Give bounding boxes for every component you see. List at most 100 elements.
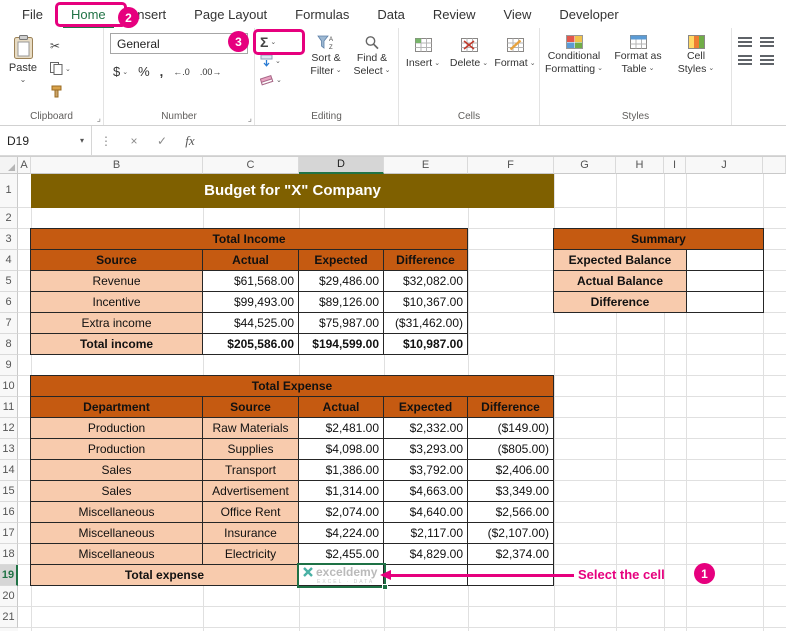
column-header-h[interactable]: H: [616, 157, 664, 174]
alignment-lines-icon[interactable]: [760, 37, 774, 47]
row-header-19[interactable]: 19: [0, 565, 18, 586]
alignment-lines-icon[interactable]: [760, 55, 774, 65]
delete-cells-button[interactable]: Delete ⌄: [448, 31, 490, 108]
cell[interactable]: Difference: [553, 291, 687, 313]
cell[interactable]: Miscellaneous: [30, 522, 203, 544]
cell[interactable]: Expected Balance: [553, 249, 687, 271]
format-painter-button[interactable]: [48, 82, 73, 101]
sort-filter-button[interactable]: AZ Sort & Filter ⌄: [303, 31, 349, 108]
format-cells-button[interactable]: Format ⌄: [494, 31, 536, 108]
decrease-decimal-button[interactable]: .00→: [200, 67, 222, 77]
cell[interactable]: Revenue: [30, 270, 203, 292]
cell[interactable]: Raw Materials: [202, 417, 299, 439]
cell[interactable]: Insurance: [202, 522, 299, 544]
cell[interactable]: $61,568.00: [202, 270, 299, 292]
cell[interactable]: Sales: [30, 480, 203, 502]
cell[interactable]: Difference: [383, 249, 468, 271]
cell[interactable]: $2,332.00: [383, 417, 468, 439]
conditional-formatting-button[interactable]: Conditional Formatting ⌄: [543, 30, 605, 108]
dialog-launcher-icon[interactable]: ⌟: [97, 114, 101, 123]
tab-formulas[interactable]: Formulas: [281, 0, 363, 28]
cell[interactable]: ($149.00): [467, 417, 554, 439]
cell[interactable]: $89,126.00: [298, 291, 384, 313]
cell[interactable]: Transport: [202, 459, 299, 481]
row-header-10[interactable]: 10: [0, 376, 18, 397]
clear-button[interactable]: ⌄: [258, 70, 303, 89]
cell[interactable]: Supplies: [202, 438, 299, 460]
cell[interactable]: $10,987.00: [383, 333, 468, 355]
row-header-1[interactable]: 1: [0, 174, 18, 208]
column-header-f[interactable]: F: [468, 157, 554, 174]
row-header-16[interactable]: 16: [0, 502, 18, 523]
cell[interactable]: $99,493.00: [202, 291, 299, 313]
cell[interactable]: $194,599.00: [298, 333, 384, 355]
cell[interactable]: $3,349.00: [467, 480, 554, 502]
row-header-14[interactable]: 14: [0, 460, 18, 481]
alignment-lines-icon[interactable]: [738, 55, 752, 65]
cell[interactable]: ($2,107.00): [467, 522, 554, 544]
cell[interactable]: ($31,462.00): [383, 312, 468, 334]
cell[interactable]: $4,224.00: [298, 522, 384, 544]
tab-file[interactable]: File: [8, 0, 57, 28]
row-header-6[interactable]: 6: [0, 292, 18, 313]
cell[interactable]: Actual Balance: [553, 270, 687, 292]
row-header-12[interactable]: 12: [0, 418, 18, 439]
row-header-8[interactable]: 8: [0, 334, 18, 355]
fill-handle[interactable]: [382, 584, 388, 590]
cell[interactable]: [686, 249, 764, 271]
cell[interactable]: Electricity: [202, 543, 299, 565]
tab-review[interactable]: Review: [419, 0, 490, 28]
column-header-c[interactable]: C: [203, 157, 299, 174]
cell[interactable]: [686, 291, 764, 313]
cell[interactable]: $2,455.00: [298, 543, 384, 565]
column-header-a[interactable]: A: [18, 157, 31, 174]
cell[interactable]: Incentive: [30, 291, 203, 313]
cell[interactable]: $1,314.00: [298, 480, 384, 502]
dialog-launcher-icon[interactable]: ⌟: [248, 114, 252, 123]
row-header-9[interactable]: 9: [0, 355, 18, 376]
cell[interactable]: $3,293.00: [383, 438, 468, 460]
cell[interactable]: Difference: [467, 396, 554, 418]
cell[interactable]: $2,074.00: [298, 501, 384, 523]
row-header-15[interactable]: 15: [0, 481, 18, 502]
cell[interactable]: Production: [30, 417, 203, 439]
cell[interactable]: Miscellaneous: [30, 501, 203, 523]
alignment-lines-icon[interactable]: [738, 37, 752, 47]
cell[interactable]: $2,406.00: [467, 459, 554, 481]
row-header-18[interactable]: 18: [0, 544, 18, 565]
accounting-format-button[interactable]: $ ⌄: [113, 64, 128, 79]
row-header-3[interactable]: 3: [0, 229, 18, 250]
cell[interactable]: ($805.00): [467, 438, 554, 460]
cell[interactable]: Expected: [383, 396, 468, 418]
column-header-e[interactable]: E: [384, 157, 468, 174]
comma-style-button[interactable]: ,: [160, 64, 164, 79]
select-all-corner[interactable]: [0, 157, 18, 174]
tab-view[interactable]: View: [489, 0, 545, 28]
name-box[interactable]: D19 ▾: [0, 126, 92, 155]
cell[interactable]: $4,098.00: [298, 438, 384, 460]
cell[interactable]: $32,082.00: [383, 270, 468, 292]
row-header-21[interactable]: 21: [0, 607, 18, 628]
cell-grid[interactable]: Budget for "X" Company Total Income Sour…: [18, 174, 786, 631]
column-header-g[interactable]: G: [554, 157, 616, 174]
column-header-i[interactable]: I: [664, 157, 686, 174]
cell[interactable]: $2,117.00: [383, 522, 468, 544]
increase-decimal-button[interactable]: ←.0: [173, 67, 190, 77]
cell[interactable]: $4,829.00: [383, 543, 468, 565]
copy-button[interactable]: ⌄: [48, 59, 73, 78]
insert-cells-button[interactable]: Insert ⌄: [402, 31, 444, 108]
cell[interactable]: Source: [202, 396, 299, 418]
cell-styles-button[interactable]: Cell Styles ⌄: [671, 30, 721, 108]
cut-button[interactable]: ✂: [48, 36, 73, 55]
cell[interactable]: $3,792.00: [383, 459, 468, 481]
cell[interactable]: $4,640.00: [383, 501, 468, 523]
row-header-20[interactable]: 20: [0, 586, 18, 607]
cell[interactable]: $44,525.00: [202, 312, 299, 334]
cell[interactable]: $4,663.00: [383, 480, 468, 502]
cell[interactable]: $2,566.00: [467, 501, 554, 523]
cell[interactable]: [686, 270, 764, 292]
cancel-icon[interactable]: ×: [120, 126, 148, 155]
cell[interactable]: $2,374.00: [467, 543, 554, 565]
enter-icon[interactable]: ✓: [148, 126, 176, 155]
cell[interactable]: Department: [30, 396, 203, 418]
